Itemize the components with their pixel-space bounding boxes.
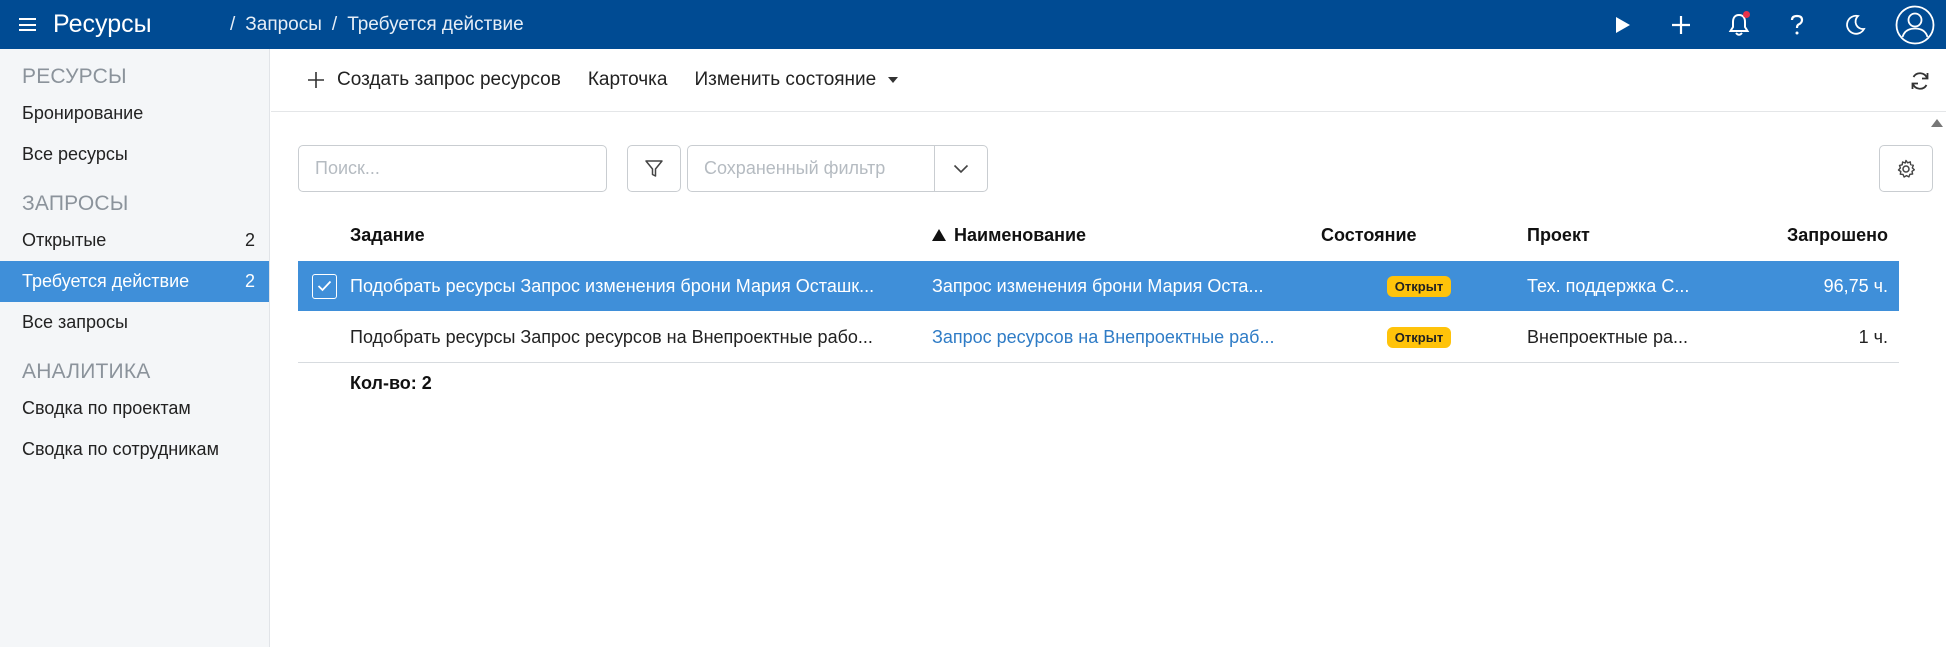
column-header-task[interactable]: Задание [350, 225, 932, 246]
breadcrumb-item-current: Требуется действие [347, 13, 524, 35]
column-header-project[interactable]: Проект [1527, 225, 1723, 246]
sidebar-item-action-required[interactable]: Требуется действие 2 [0, 261, 269, 302]
table-row[interactable]: Подобрать ресурсы Запрос изменения брони… [298, 261, 1899, 312]
sidebar-item-project-summary[interactable]: Сводка по проектам [0, 388, 269, 429]
cell-requested: 1 ч. [1858, 326, 1888, 347]
breadcrumb: / Запросы / Требуется действие [230, 14, 524, 36]
refresh-icon [1911, 72, 1929, 90]
search-input[interactable] [298, 145, 607, 192]
top-actions [1594, 0, 1946, 49]
play-icon [1616, 16, 1630, 33]
top-bar: Ресурсы / Запросы / Требуется действие [0, 0, 1946, 49]
sidebar-section-resources: РЕСУРСЫ [22, 65, 127, 88]
sidebar-section-requests: ЗАПРОСЫ [22, 192, 129, 215]
cell-project: Тех. поддержка С... [1527, 275, 1690, 296]
toolbar: Создать запрос ресурсов Карточка Изменит… [271, 49, 1946, 112]
column-header-state[interactable]: Состояние [1321, 225, 1527, 246]
notification-dot [1743, 11, 1750, 18]
table-row[interactable]: Подобрать ресурсы Запрос ресурсов на Вне… [298, 312, 1899, 363]
theme-toggle-button[interactable] [1826, 0, 1884, 49]
main-content: Создать запрос ресурсов Карточка Изменит… [271, 49, 1946, 647]
sidebar-item-label: Открытые [22, 230, 107, 250]
status-badge: Открыт [1386, 326, 1452, 348]
cell-project: Внепроектные ра... [1527, 326, 1688, 347]
sidebar-item-label: Сводка по проектам [22, 398, 191, 418]
column-header-name-label: Наименование [954, 224, 1087, 245]
table-header: Задание Наименование Состояние Проект За… [298, 209, 1899, 261]
table-settings-button[interactable] [1879, 145, 1933, 192]
notifications-button[interactable] [1710, 0, 1768, 49]
scroll-up-arrow-icon[interactable] [1931, 119, 1943, 127]
cell-task: Подобрать ресурсы Запрос ресурсов на Вне… [350, 326, 873, 347]
help-button[interactable] [1768, 0, 1826, 49]
cell-state: Открыт [1321, 326, 1527, 348]
check-icon [317, 280, 331, 292]
requests-table: Задание Наименование Состояние Проект За… [298, 209, 1899, 363]
sidebar-item-employee-summary[interactable]: Сводка по сотрудникам [0, 429, 269, 470]
moon-icon [1846, 14, 1866, 35]
sidebar-item-all-requests[interactable]: Все запросы [0, 302, 269, 343]
sidebar-item-label: Требуется действие [22, 271, 190, 291]
user-avatar-icon [1895, 5, 1935, 44]
breadcrumb-separator: / [331, 13, 338, 35]
add-button[interactable] [1652, 0, 1710, 49]
cell-name-link[interactable]: Запрос ресурсов на Внепроектные раб... [932, 327, 1321, 348]
column-header-name[interactable]: Наименование [932, 225, 1321, 246]
cell-task: Подобрать ресурсы Запрос изменения брони… [350, 275, 875, 296]
sidebar-item-count: 2 [244, 271, 255, 291]
filters-bar: Сохраненный фильтр [298, 145, 1933, 192]
hamburger-icon [18, 18, 36, 31]
row-count: Кол-во: 2 [350, 373, 432, 393]
cell-state: Открыт [1321, 275, 1527, 297]
saved-filter-dropdown-button[interactable] [935, 146, 987, 191]
play-button[interactable] [1594, 0, 1652, 49]
sidebar-section-analytics: АНАЛИТИКА [22, 360, 151, 383]
chevron-down-icon [953, 164, 969, 173]
change-state-label: Изменить состояние [694, 69, 877, 90]
status-badge: Открыт [1386, 275, 1452, 297]
cell-requested: 96,75 ч. [1823, 275, 1888, 296]
sidebar: РЕСУРСЫ Бронирование Все ресурсы ЗАПРОСЫ… [0, 49, 270, 647]
sidebar-item-open[interactable]: Открытые 2 [0, 220, 269, 261]
sort-ascending-icon [932, 228, 946, 241]
row-select-cell[interactable] [298, 273, 350, 299]
menu-button[interactable] [0, 0, 54, 49]
sidebar-item-label: Все ресурсы [22, 144, 128, 164]
refresh-button[interactable] [1907, 68, 1933, 94]
card-label: Карточка [587, 69, 668, 90]
filter-button[interactable] [627, 145, 681, 192]
sidebar-item-booking[interactable]: Бронирование [0, 93, 269, 134]
filter-icon [645, 159, 663, 177]
create-request-label: Создать запрос ресурсов [337, 69, 561, 90]
cell-name-link[interactable]: Запрос изменения брони Мария Оста... [932, 276, 1321, 297]
saved-filter-placeholder: Сохраненный фильтр [688, 146, 935, 191]
column-header-requested[interactable]: Запрошено [1723, 225, 1899, 246]
saved-filter-select[interactable]: Сохраненный фильтр [687, 145, 988, 192]
sidebar-item-label: Сводка по сотрудникам [22, 439, 219, 459]
card-button[interactable]: Карточка [588, 69, 668, 91]
sidebar-item-label: Бронирование [22, 103, 144, 123]
help-icon [1790, 14, 1804, 34]
gear-icon [1897, 159, 1915, 178]
row-checkbox[interactable] [311, 273, 337, 299]
plus-icon [1672, 15, 1690, 34]
breadcrumb-separator: / [230, 13, 236, 35]
create-request-button[interactable]: Создать запрос ресурсов [307, 69, 561, 91]
sidebar-item-count: 2 [244, 230, 255, 250]
user-menu-button[interactable] [1884, 0, 1946, 49]
sidebar-item-all-resources[interactable]: Все ресурсы [0, 134, 269, 175]
caret-down-icon [888, 77, 899, 83]
breadcrumb-item-requests[interactable]: Запросы [245, 14, 322, 36]
app-title[interactable]: Ресурсы [53, 10, 178, 39]
change-state-dropdown[interactable]: Изменить состояние [694, 69, 899, 91]
sidebar-item-label: Все запросы [22, 312, 128, 332]
plus-icon [308, 72, 324, 88]
